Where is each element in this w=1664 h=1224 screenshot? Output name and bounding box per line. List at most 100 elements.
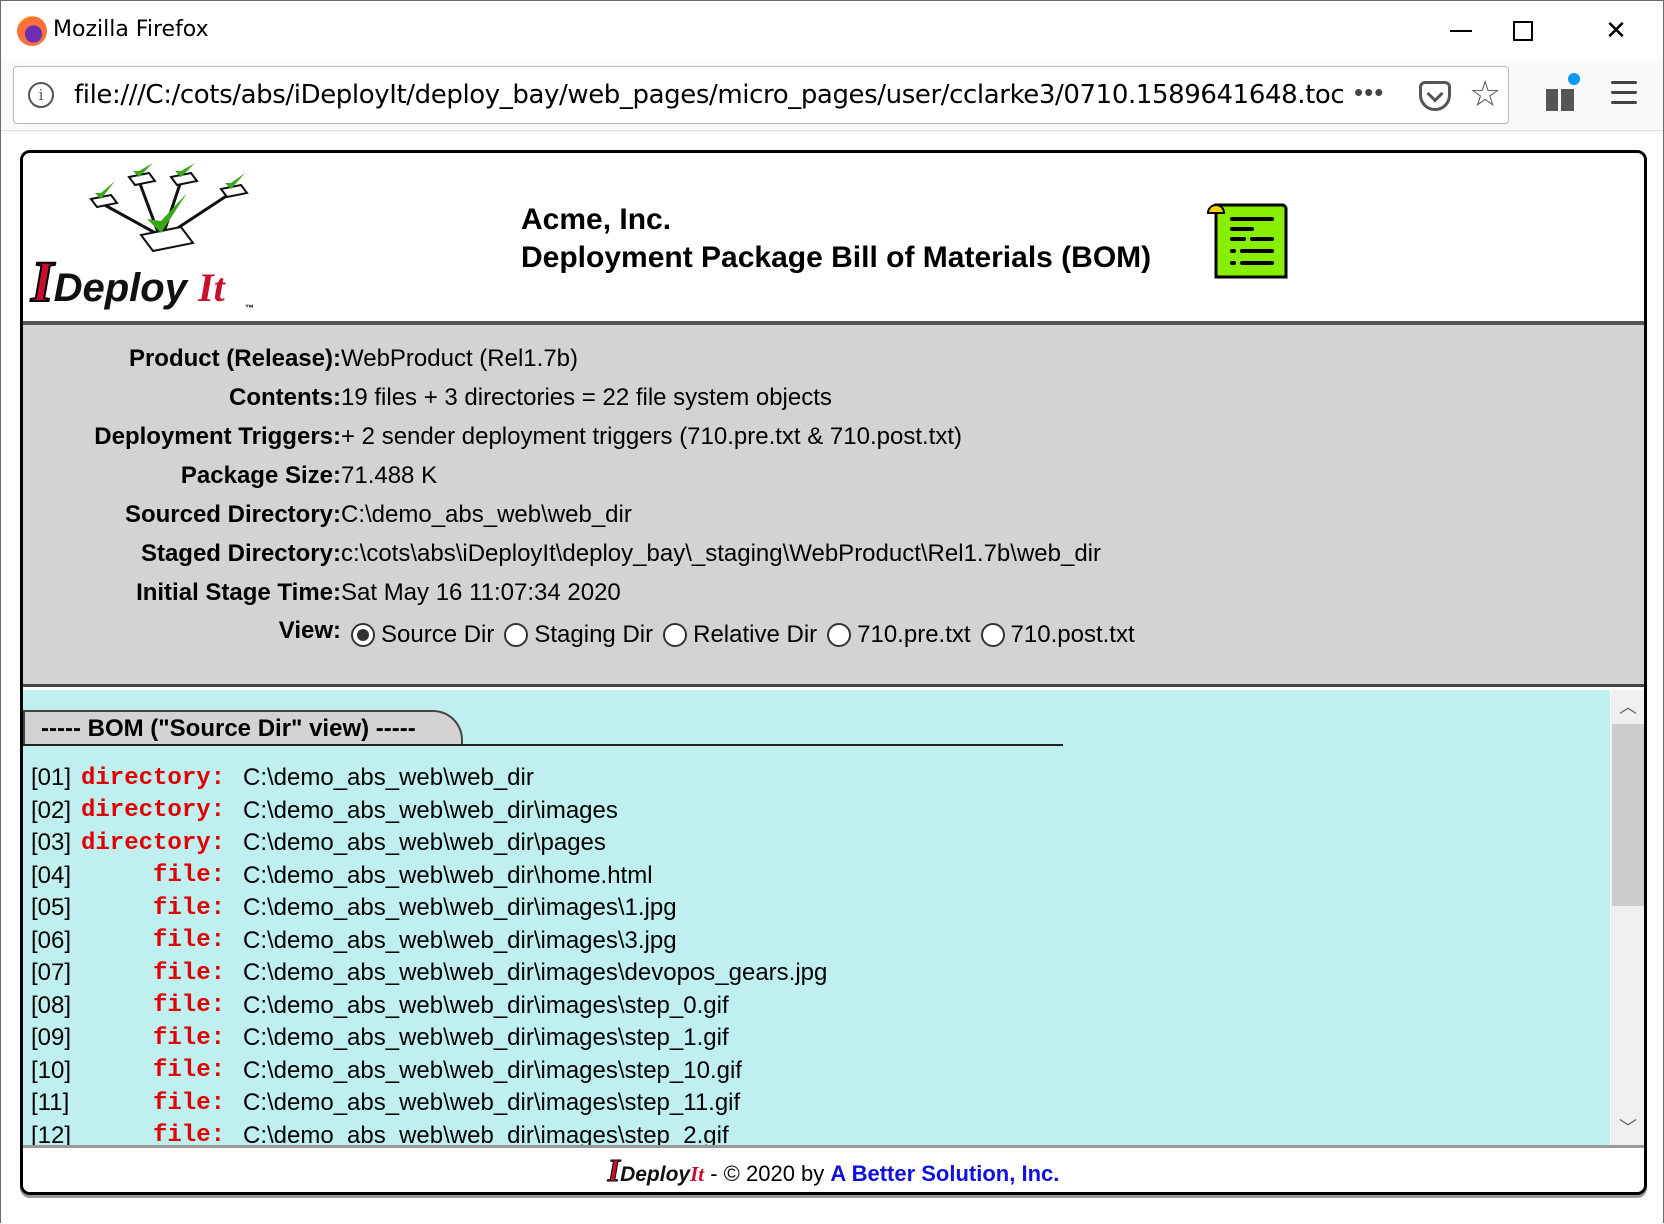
page-heading: Acme, Inc. Deployment Package Bill of Ma… — [521, 201, 1151, 277]
notification-dot — [1568, 73, 1580, 85]
bom-item-index: [11] — [31, 1089, 70, 1117]
deployment-tree-checkmarks-icon — [89, 163, 249, 253]
view-label: View: — [278, 617, 341, 644]
info-value: C:\demo_abs_web\web_dir — [341, 501, 632, 528]
company-name: Acme, Inc. — [521, 203, 672, 236]
radio-icon[interactable] — [663, 623, 688, 647]
info-label: Initial Stage Time: — [136, 579, 341, 606]
info-row-stage-time: Initial Stage Time: Sat May 16 11:07:34 2… — [23, 579, 1644, 618]
view-radio-relative-dir[interactable]: Relative Dir — [663, 621, 817, 649]
radio-selected-icon[interactable] — [351, 623, 375, 647]
bom-item-kind: file: — [152, 927, 225, 955]
bom-item-kind: directory: — [81, 829, 226, 857]
whats-new-gift-icon[interactable] — [1546, 73, 1580, 111]
bookmark-star-icon[interactable]: ☆ — [1469, 73, 1501, 115]
bom-list-item[interactable]: [03] directory: C:\demo_abs_web\web_dir\pa… — [31, 827, 827, 860]
hamburger-menu-icon[interactable] — [1611, 81, 1637, 104]
radio-icon[interactable] — [980, 623, 1005, 647]
bom-tab-title: ----- BOM ("Source Dir" view) ----- — [23, 710, 463, 746]
bom-item-kind: file: — [152, 959, 225, 987]
info-value: 71.488 K — [341, 462, 438, 489]
bom-item-kind: file: — [152, 894, 225, 922]
info-icon[interactable]: i — [28, 82, 54, 108]
bom-item-kind: file: — [152, 862, 225, 890]
bom-list-item[interactable]: [01] directory: C:\demo_abs_web\web_dir — [31, 762, 827, 795]
bom-list-item[interactable]: [07] file: C:\demo_abs_web\web_dir\images\… — [31, 957, 827, 990]
info-value: Sat May 16 11:07:34 2020 — [341, 579, 621, 606]
info-row-contents: Contents: 19 files + 3 directories = 22 f… — [23, 384, 1644, 423]
close-button[interactable]: ✕ — [1586, 1, 1646, 61]
radio-icon[interactable] — [504, 623, 529, 647]
bom-item-index: [10] — [31, 1056, 72, 1084]
info-label: Staged Directory: — [140, 540, 341, 567]
info-row-package-size: Package Size: 71.488 K — [23, 462, 1644, 501]
bom-item-path: C:\demo_abs_web\web_dir\pages — [243, 829, 606, 857]
radio-label: 710.pre.txt — [857, 621, 971, 648]
bom-list-item[interactable]: [12] file: C:\demo_abs_web\web_dir\images\… — [31, 1120, 827, 1145]
url-text[interactable]: file:///C:/cots/abs/iDeployIt/deploy_bay… — [74, 80, 1344, 110]
bom-page-frame: IDeploy It ™ Acme, Inc. Deployment Packa… — [20, 150, 1647, 1195]
bom-list: [01] directory: C:\demo_abs_web\web_dir [02… — [31, 762, 827, 1145]
page-actions-menu-icon[interactable]: ••• — [1354, 77, 1384, 108]
view-radio-pre-txt[interactable]: 710.pre.txt — [827, 621, 971, 649]
bom-item-kind: file: — [152, 1089, 225, 1117]
bom-item-path: C:\demo_abs_web\web_dir\images\step_10.g… — [243, 1056, 742, 1084]
maximize-button[interactable] — [1493, 1, 1553, 61]
pocket-icon[interactable] — [1419, 81, 1451, 111]
view-radio-source-dir[interactable]: Source Dir — [351, 621, 494, 649]
bom-list-item[interactable]: [09] file: C:\demo_abs_web\web_dir\images\… — [31, 1022, 827, 1055]
bom-item-path: C:\demo_abs_web\web_dir\images\step_2.gi… — [243, 1121, 729, 1145]
view-radio-staging-dir[interactable]: Staging Dir — [504, 621, 653, 649]
bom-list-item[interactable]: [06] file: C:\demo_abs_web\web_dir\images\… — [31, 925, 827, 958]
info-value: c:\cots\abs\iDeployIt\deploy_bay\_stagin… — [341, 540, 1101, 567]
trademark: ™ — [245, 303, 254, 313]
bom-list-item[interactable]: [10] file: C:\demo_abs_web\web_dir\images\… — [31, 1055, 827, 1088]
minimize-button[interactable] — [1431, 1, 1491, 61]
radio-icon[interactable] — [827, 623, 852, 647]
page-header: IDeploy It ™ Acme, Inc. Deployment Packa… — [23, 153, 1644, 325]
scroll-up-arrow-icon[interactable]: ︿ — [1611, 690, 1644, 724]
bom-item-path: C:\demo_abs_web\web_dir\images\1.jpg — [243, 894, 677, 922]
logo-i: I — [30, 248, 55, 315]
bom-list-item[interactable]: [05] file: C:\demo_abs_web\web_dir\images\… — [31, 892, 827, 925]
close-icon: ✕ — [1605, 16, 1627, 46]
bom-item-index: [04] — [31, 861, 72, 889]
view-radio-group: Source Dir Staging Dir Relative Dir 710.… — [351, 621, 1145, 649]
info-label: Product (Release): — [128, 345, 341, 372]
footer-logo-it: It — [690, 1162, 705, 1186]
firefox-logo-icon — [17, 16, 47, 46]
bom-item-index: [01] — [31, 764, 72, 792]
info-label: Sourced Directory: — [124, 501, 341, 528]
minimize-icon — [1450, 30, 1472, 32]
bom-item-path: C:\demo_abs_web\web_dir\images\step_11.g… — [243, 1089, 741, 1117]
url-bar[interactable]: i file:///C:/cots/abs/iDeployIt/deploy_b… — [13, 66, 1509, 124]
vertical-scrollbar[interactable]: ︿ ﹀ — [1610, 690, 1644, 1145]
info-label: Deployment Triggers: — [94, 423, 341, 450]
page-title: Deployment Package Bill of Materials (BO… — [521, 241, 1152, 274]
scrollbar-thumb[interactable] — [1612, 724, 1644, 906]
bom-list-item[interactable]: [04] file: C:\demo_abs_web\web_dir\home.ht… — [31, 860, 827, 893]
ideployit-logo: IDeploy It ™ — [30, 163, 271, 315]
bom-item-path: C:\demo_abs_web\web_dir — [243, 764, 534, 792]
page-footer: IDeployIt - © 2020 by A Better Solution,… — [23, 1145, 1644, 1192]
bom-item-path: C:\demo_abs_web\web_dir\home.html — [243, 861, 653, 889]
bom-item-path: C:\demo_abs_web\web_dir\images\3.jpg — [243, 926, 677, 954]
bom-list-item[interactable]: [08] file: C:\demo_abs_web\web_dir\images\… — [31, 990, 827, 1023]
bom-item-index: [09] — [31, 1024, 72, 1052]
info-value: 19 files + 3 directories = 22 file syste… — [341, 384, 832, 411]
bom-listing-panel: ----- BOM ("Source Dir" view) ----- [01]… — [23, 690, 1644, 1145]
info-value: + 2 sender deployment triggers (710.pre.… — [341, 423, 962, 450]
bom-item-index: [02] — [31, 796, 72, 824]
bom-list-item[interactable]: [02] directory: C:\demo_abs_web\web_dir\im… — [31, 795, 827, 828]
title-bar: Mozilla Firefox ✕ — [1, 1, 1663, 61]
view-radio-post-txt[interactable]: 710.post.txt — [980, 621, 1135, 649]
bom-item-index: [07] — [31, 959, 72, 987]
info-row-sourced-dir: Sourced Directory: C:\demo_abs_web\web_di… — [23, 501, 1644, 540]
bom-item-index: [03] — [31, 829, 72, 857]
company-link[interactable]: A Better Solution, Inc. — [830, 1161, 1059, 1186]
radio-label: Relative Dir — [693, 621, 818, 648]
bom-list-item[interactable]: [11] file: C:\demo_abs_web\web_dir\images\… — [31, 1087, 827, 1120]
footer-logo: IDeployIt — [607, 1152, 705, 1189]
radio-label: Staging Dir — [534, 621, 654, 648]
scroll-down-arrow-icon[interactable]: ﹀ — [1611, 1111, 1644, 1145]
